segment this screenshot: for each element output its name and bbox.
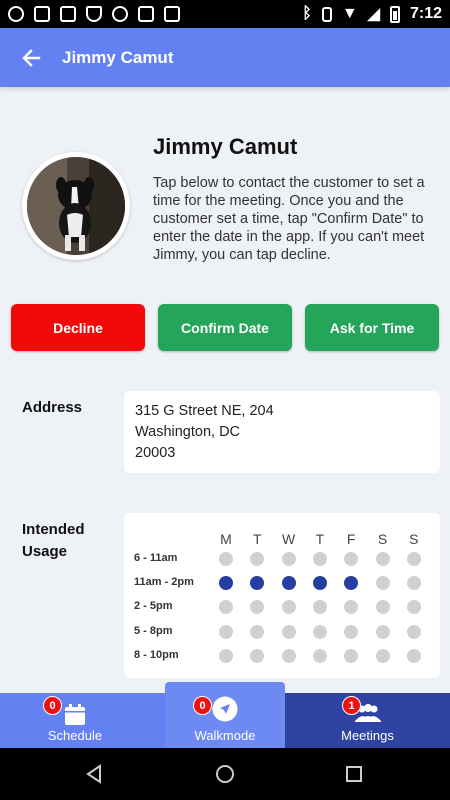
usage-dot[interactable] [406, 648, 421, 663]
usage-dot[interactable] [312, 648, 327, 663]
usage-dot-selected[interactable] [250, 576, 265, 591]
usage-dot[interactable] [344, 624, 359, 639]
usage-dot[interactable] [406, 600, 421, 615]
ask-for-time-button[interactable]: Ask for Time [305, 304, 439, 351]
instructions-text: Tap below to contact the customer to set… [153, 175, 425, 263]
usage-grid: M T W T F S S 6 - 11am 11am - 2pm 2 - 5pm 5 - 8pm 8… [124, 513, 440, 678]
recents-square-icon[interactable] [342, 762, 366, 786]
time-slot-label: 2 - 5pm [134, 600, 173, 613]
usage-dot[interactable] [250, 648, 265, 663]
usage-dot[interactable] [281, 552, 296, 566]
usage-dot-selected[interactable] [219, 576, 233, 591]
mail-icon [34, 6, 50, 22]
day-header: S [377, 531, 388, 547]
dog-photo [27, 157, 125, 255]
usage-dot[interactable] [406, 576, 421, 591]
vibrate-icon [321, 6, 332, 22]
usage-dot[interactable] [406, 552, 421, 566]
back-triangle-icon[interactable] [82, 762, 106, 786]
address-label: Address [22, 399, 83, 416]
usage-dot-selected[interactable] [312, 576, 327, 591]
usage-dot[interactable] [219, 624, 233, 639]
usage-dot[interactable] [219, 648, 233, 663]
usage-dot[interactable] [375, 624, 390, 639]
tab-schedule[interactable]: 0 Schedule [0, 693, 150, 748]
signal-icon: ◢ [367, 6, 380, 23]
tab-meetings[interactable]: 1 Meetings [285, 693, 450, 748]
shield-icon [86, 6, 102, 22]
usage-dot[interactable] [344, 552, 359, 566]
usage-dot[interactable] [312, 624, 327, 639]
usage-dot[interactable] [406, 624, 421, 639]
usage-dot[interactable] [375, 600, 390, 615]
day-header: F [346, 531, 356, 547]
bottom-tab-bar: 0 Schedule 0 Walkmode 1 Meetings [0, 682, 450, 748]
usage-label: Intended Usage [22, 519, 85, 563]
back-button[interactable] [0, 28, 62, 87]
home-circle-icon[interactable] [213, 762, 237, 786]
schedule-badge: 0 [43, 696, 62, 715]
usage-dot[interactable] [281, 600, 296, 615]
usage-dot[interactable] [281, 624, 296, 639]
tab-walkmode-label: Walkmode [194, 728, 256, 743]
image-icon [60, 6, 76, 22]
bluetooth-icon: ᛒ [302, 5, 312, 22]
app-notification-icon [8, 6, 24, 22]
usage-dot[interactable] [250, 624, 265, 639]
wifi-icon: ▼ [341, 5, 358, 22]
address-line-1: 315 G Street NE, 204 [135, 403, 274, 419]
day-header: W [281, 531, 296, 547]
day-header: M [220, 531, 232, 547]
meetings-badge: 1 [342, 696, 361, 715]
play-icon [164, 6, 180, 22]
tab-schedule-label: Schedule [47, 728, 103, 743]
status-time: 7:12 [409, 5, 442, 22]
usage-dot[interactable] [281, 648, 296, 663]
usage-dot[interactable] [250, 552, 265, 566]
usage-dot[interactable] [312, 552, 327, 566]
battery-icon [389, 5, 400, 23]
time-slot-label: 11am - 2pm [134, 576, 194, 589]
record-icon [112, 6, 128, 22]
usage-dot[interactable] [375, 576, 390, 591]
walkmode-badge: 0 [193, 696, 212, 715]
usage-dot-selected[interactable] [344, 576, 359, 591]
usage-label-line-2: Usage [22, 543, 68, 560]
address-card: 315 G Street NE, 204 Washington, DC 2000… [124, 391, 440, 473]
download-icon [138, 6, 154, 22]
usage-label-line-1: Intended [22, 521, 85, 538]
usage-dot[interactable] [344, 648, 359, 663]
avatar [22, 152, 130, 260]
arrow-left-icon [22, 48, 41, 67]
usage-dot-selected[interactable] [281, 576, 296, 591]
day-header: T [253, 531, 262, 547]
tab-meetings-label: Meetings [341, 728, 394, 743]
day-header: T [315, 531, 325, 547]
usage-dot[interactable] [375, 648, 390, 663]
time-slot-label: 6 - 11am [134, 552, 178, 564]
time-slot-label: 5 - 8pm [134, 624, 173, 637]
usage-dot[interactable] [344, 600, 359, 615]
usage-dot[interactable] [250, 600, 265, 615]
customer-name: Jimmy Camut [153, 134, 298, 159]
decline-button[interactable]: Decline [11, 304, 145, 351]
tab-walkmode[interactable]: 0 Walkmode [165, 682, 285, 748]
usage-dot[interactable] [219, 600, 233, 615]
navigation-icon [212, 696, 238, 722]
app-bar: Jimmy Camut [0, 28, 450, 87]
page-title: Jimmy Camut [62, 47, 174, 67]
calendar-icon [65, 704, 85, 725]
usage-dot[interactable] [312, 600, 327, 615]
usage-dot[interactable] [219, 552, 233, 566]
day-header: S [409, 531, 419, 547]
status-bar: ᛒ ▼ ◢ 7:12 [0, 0, 450, 28]
address-line-2: Washington, DC [135, 424, 241, 440]
system-nav-bar [0, 748, 450, 800]
time-slot-label: 8 - 10pm [134, 648, 179, 661]
address-line-3: 20003 [135, 445, 176, 461]
confirm-date-button[interactable]: Confirm Date [158, 304, 292, 351]
usage-dot[interactable] [375, 552, 390, 566]
